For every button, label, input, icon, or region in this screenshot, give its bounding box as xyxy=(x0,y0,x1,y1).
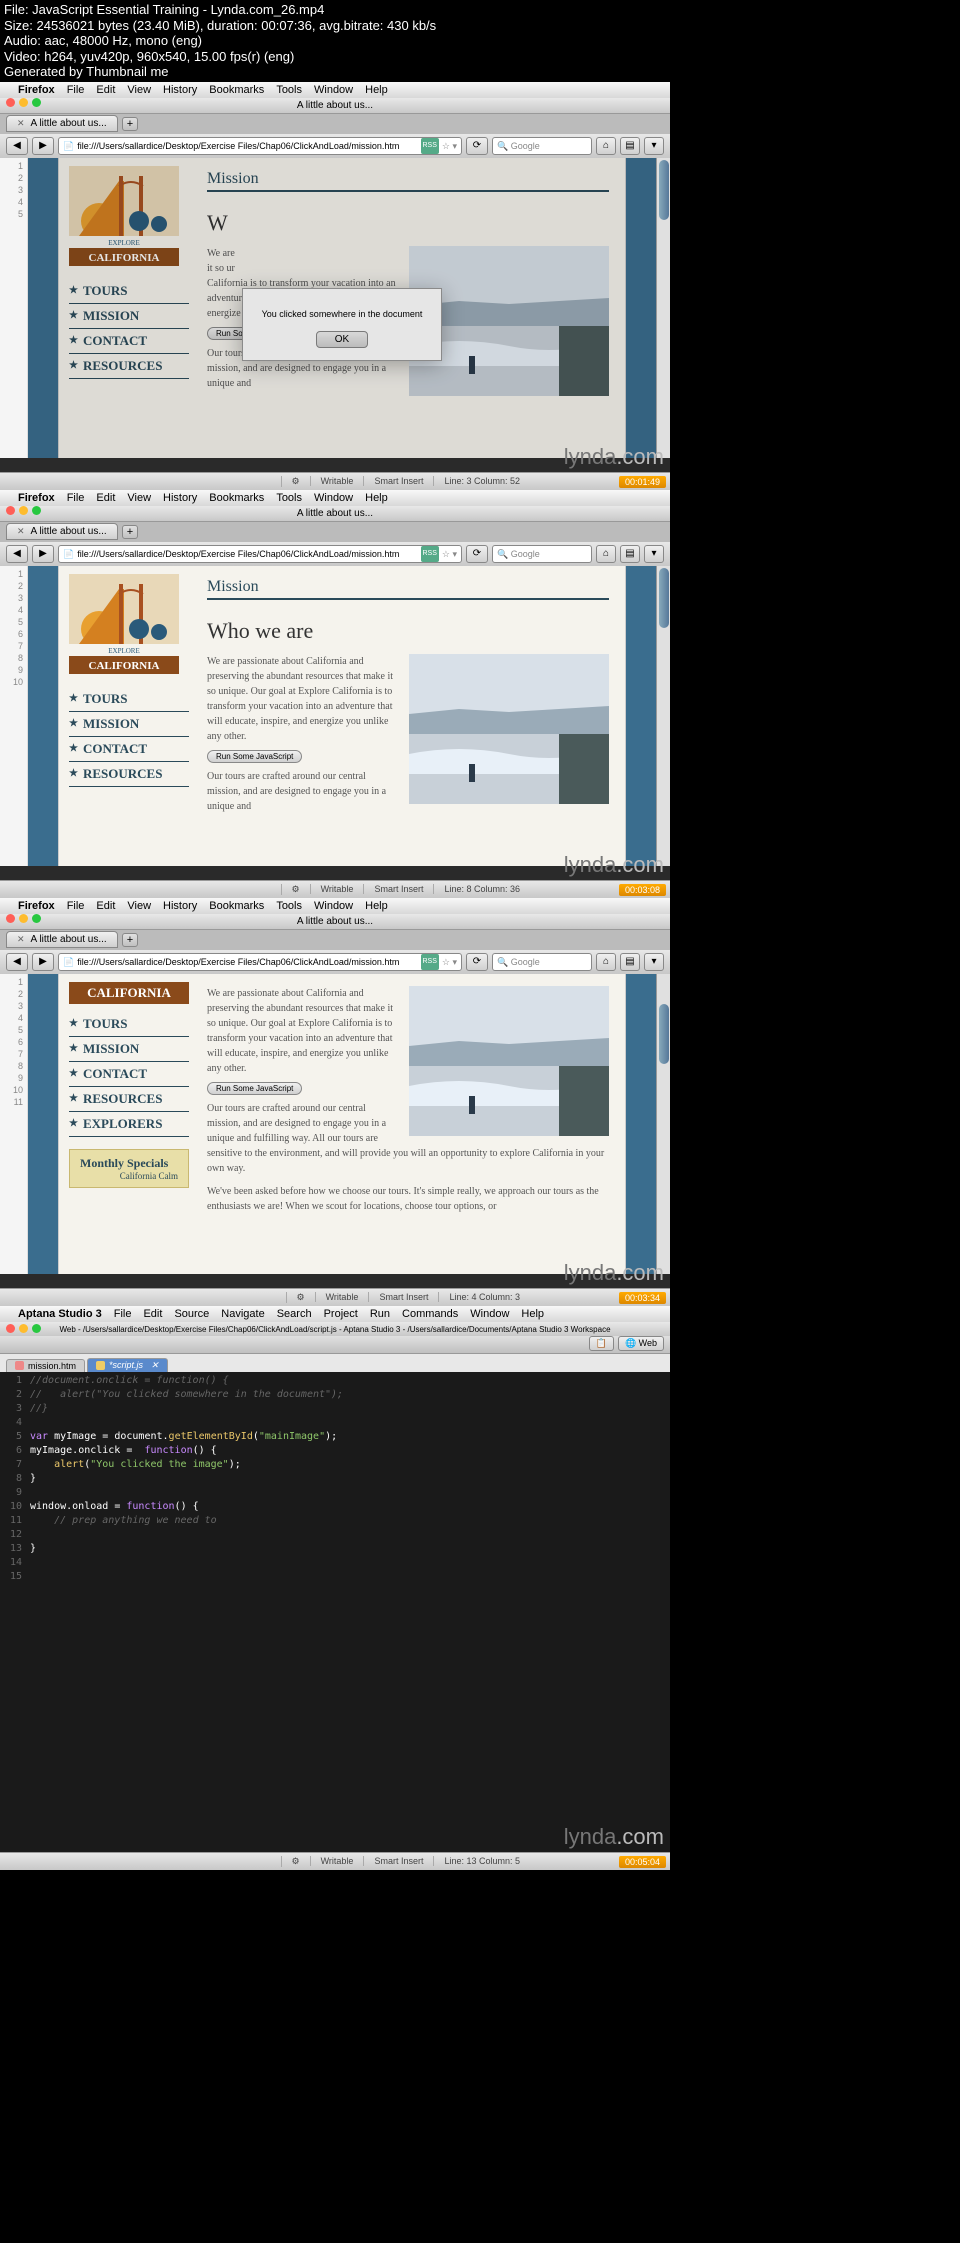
browser-tab[interactable]: ✕A little about us... xyxy=(6,523,118,540)
new-tab-button[interactable]: + xyxy=(122,117,138,131)
code-editor[interactable]: 123456789101112131415 //document.onclick… xyxy=(0,1372,670,1852)
logo-partial: CALIFORNIA xyxy=(69,982,189,1004)
page-viewport[interactable]: EXPLORE CALIFORNIA ★TOURS ★MISSION ★CONTA… xyxy=(28,158,656,458)
beach-image xyxy=(409,986,609,1136)
monthly-specials-box: Monthly Specials California Calm xyxy=(69,1149,189,1188)
status-bar: ⚙ Writable Smart Insert Line: 3 Column: … xyxy=(0,472,670,490)
lynda-watermark: lynda.com xyxy=(564,444,664,470)
nav-mission[interactable]: ★MISSION xyxy=(69,304,189,329)
reload-button[interactable]: ⟳ xyxy=(466,137,488,155)
browser-toolbar: ◀ ▶ 📄 file:///Users/sallardice/Desktop/E… xyxy=(0,134,670,158)
new-tab-button[interactable]: + xyxy=(122,525,138,539)
dialog-message: You clicked somewhere in the document xyxy=(255,309,429,319)
explore-california-logo: EXPLORE CALIFORNIA xyxy=(69,166,179,266)
run-javascript-button[interactable]: Run Some JavaScript xyxy=(207,750,302,763)
section-heading: W xyxy=(207,210,609,236)
search-box[interactable]: 🔍 Google xyxy=(492,545,592,563)
perspective-web[interactable]: 🌐 Web xyxy=(618,1336,664,1351)
browser-tab[interactable]: ✕A little about us... xyxy=(6,115,118,132)
explore-california-logo: EXPLORE CALIFORNIA xyxy=(69,574,179,674)
app-name[interactable]: Firefox xyxy=(18,84,55,96)
perspective-button[interactable]: 📋 xyxy=(589,1336,614,1351)
mac-menubar[interactable]: Firefox FileEditViewHistoryBookmarksTool… xyxy=(0,490,670,506)
home-button[interactable]: ⌂ xyxy=(596,137,616,155)
line-gutter: 12345678910 xyxy=(0,566,28,866)
run-javascript-button[interactable]: Run Some JavaScript xyxy=(207,1082,302,1095)
back-button[interactable]: ◀ xyxy=(6,545,28,563)
nav-contact[interactable]: ★CONTACT xyxy=(69,737,189,762)
scrollbar[interactable] xyxy=(656,158,670,458)
page-viewport[interactable]: EXPLORE CALIFORNIA ★TOURS ★MISSION ★CONTA… xyxy=(28,566,656,866)
nav-tours[interactable]: ★TOURS xyxy=(69,1012,189,1037)
svg-text:CALIFORNIA: CALIFORNIA xyxy=(89,252,160,264)
nav-tours[interactable]: ★TOURS xyxy=(69,687,189,712)
forward-button[interactable]: ▶ xyxy=(32,137,54,155)
nav-resources[interactable]: ★RESOURCES xyxy=(69,762,189,787)
page-title: Mission xyxy=(207,170,609,192)
traffic-lights[interactable] xyxy=(6,98,41,107)
section-heading: Who we are xyxy=(207,618,609,644)
beach-image xyxy=(409,654,609,804)
alert-dialog: You clicked somewhere in the document OK xyxy=(242,288,442,361)
nav-contact[interactable]: ★CONTACT xyxy=(69,1062,189,1087)
window-titlebar: A little about us... xyxy=(0,98,670,114)
ok-button[interactable]: OK xyxy=(316,331,368,348)
nav-mission[interactable]: ★MISSION xyxy=(69,712,189,737)
nav-mission[interactable]: ★MISSION xyxy=(69,1037,189,1062)
scrollbar[interactable] xyxy=(656,566,670,866)
bookmarks-button[interactable]: ▤ xyxy=(620,137,640,155)
url-bar[interactable]: 📄file:///Users/sallardice/Desktop/Exerci… xyxy=(58,545,462,563)
code-body[interactable]: //document.onclick = function() { // ale… xyxy=(26,1372,670,1852)
timecode: 00:01:49 xyxy=(619,476,666,488)
back-button[interactable]: ◀ xyxy=(6,137,28,155)
tab-mission[interactable]: mission.htm xyxy=(6,1359,85,1372)
svg-text:CALIFORNIA: CALIFORNIA xyxy=(89,660,160,672)
page-icon: 📄 xyxy=(63,138,74,154)
mac-menubar[interactable]: Firefox File Edit View History Bookmarks… xyxy=(0,82,670,98)
editor-tabs: mission.htm *script.js✕ xyxy=(0,1354,670,1372)
tab-script[interactable]: *script.js✕ xyxy=(87,1358,168,1372)
search-box[interactable]: 🔍 Google xyxy=(492,137,592,155)
nav-resources[interactable]: ★RESOURCES xyxy=(69,354,189,379)
menu-button[interactable]: ▾ xyxy=(644,137,664,155)
reload-button[interactable]: ⟳ xyxy=(466,545,488,563)
close-icon[interactable]: ✕ xyxy=(17,118,25,129)
rss-badge[interactable]: RSS xyxy=(421,138,439,154)
aptana-titlebar: Web - /Users/sallardice/Desktop/Exercise… xyxy=(0,1322,670,1336)
browser-tabbar: ✕A little about us... + xyxy=(0,114,670,134)
forward-button[interactable]: ▶ xyxy=(32,545,54,563)
page-title: Mission xyxy=(207,578,609,600)
nav-tours[interactable]: ★TOURS xyxy=(69,279,189,304)
url-bar[interactable]: 📄 file:///Users/sallardice/Desktop/Exerc… xyxy=(58,137,462,155)
nav-contact[interactable]: ★CONTACT xyxy=(69,329,189,354)
aptana-toolbar[interactable]: 📋 🌐 Web xyxy=(0,1336,670,1354)
nav-explorers[interactable]: ★EXPLORERS xyxy=(69,1112,189,1137)
mac-menubar[interactable]: Aptana Studio 3 FileEditSourceNavigateSe… xyxy=(0,1306,670,1322)
file-info-header: File: JavaScript Essential Training - Ly… xyxy=(0,0,960,82)
page-viewport[interactable]: CALIFORNIA ★TOURS ★MISSION ★CONTACT ★RES… xyxy=(28,974,656,1274)
code-gutter: 123456789101112131415 xyxy=(0,1372,26,1852)
svg-text:EXPLORE: EXPLORE xyxy=(108,239,140,247)
nav-resources[interactable]: ★RESOURCES xyxy=(69,1087,189,1112)
line-gutter: 12345 xyxy=(0,158,28,458)
svg-text:EXPLORE: EXPLORE xyxy=(108,647,140,655)
